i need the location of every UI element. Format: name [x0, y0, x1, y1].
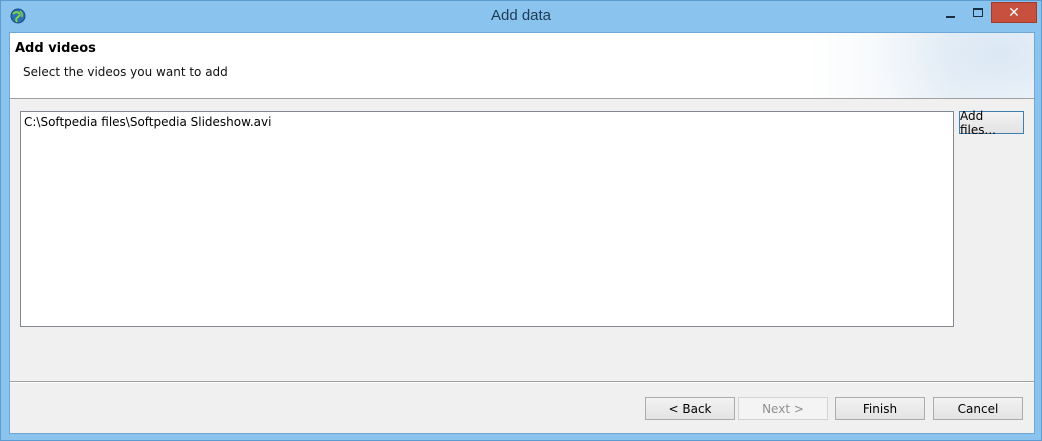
window-title: Add data	[490, 7, 552, 24]
footer-separator	[10, 381, 1034, 383]
dialog-client-area: Add videos Select the videos you want to…	[9, 32, 1035, 434]
close-icon: ✕	[1008, 4, 1020, 21]
maximize-button[interactable]	[964, 2, 991, 23]
video-file-list[interactable]: C:\Softpedia files\Softpedia Slideshow.a…	[20, 111, 954, 327]
close-button[interactable]: ✕	[991, 2, 1037, 23]
list-item[interactable]: C:\Softpedia files\Softpedia Slideshow.a…	[24, 115, 271, 129]
page-subtitle: Select the videos you want to add	[23, 65, 228, 79]
add-data-window: Add data ✕ Add videos Select the videos …	[0, 0, 1042, 441]
minimize-icon	[946, 15, 955, 18]
back-button[interactable]: < Back	[645, 397, 735, 420]
next-button[interactable]: Next >	[738, 397, 828, 420]
title-bar[interactable]: Add data ✕	[1, 1, 1041, 32]
minimize-button[interactable]	[937, 2, 964, 23]
wizard-header: Add videos Select the videos you want to…	[10, 33, 1034, 99]
page-title: Add videos	[15, 41, 96, 56]
header-decoration	[864, 33, 1034, 98]
cancel-button[interactable]: Cancel	[933, 397, 1023, 420]
add-files-button[interactable]: Add files...	[959, 109, 1024, 137]
finish-button[interactable]: Finish	[835, 397, 925, 420]
maximize-icon	[972, 8, 983, 17]
